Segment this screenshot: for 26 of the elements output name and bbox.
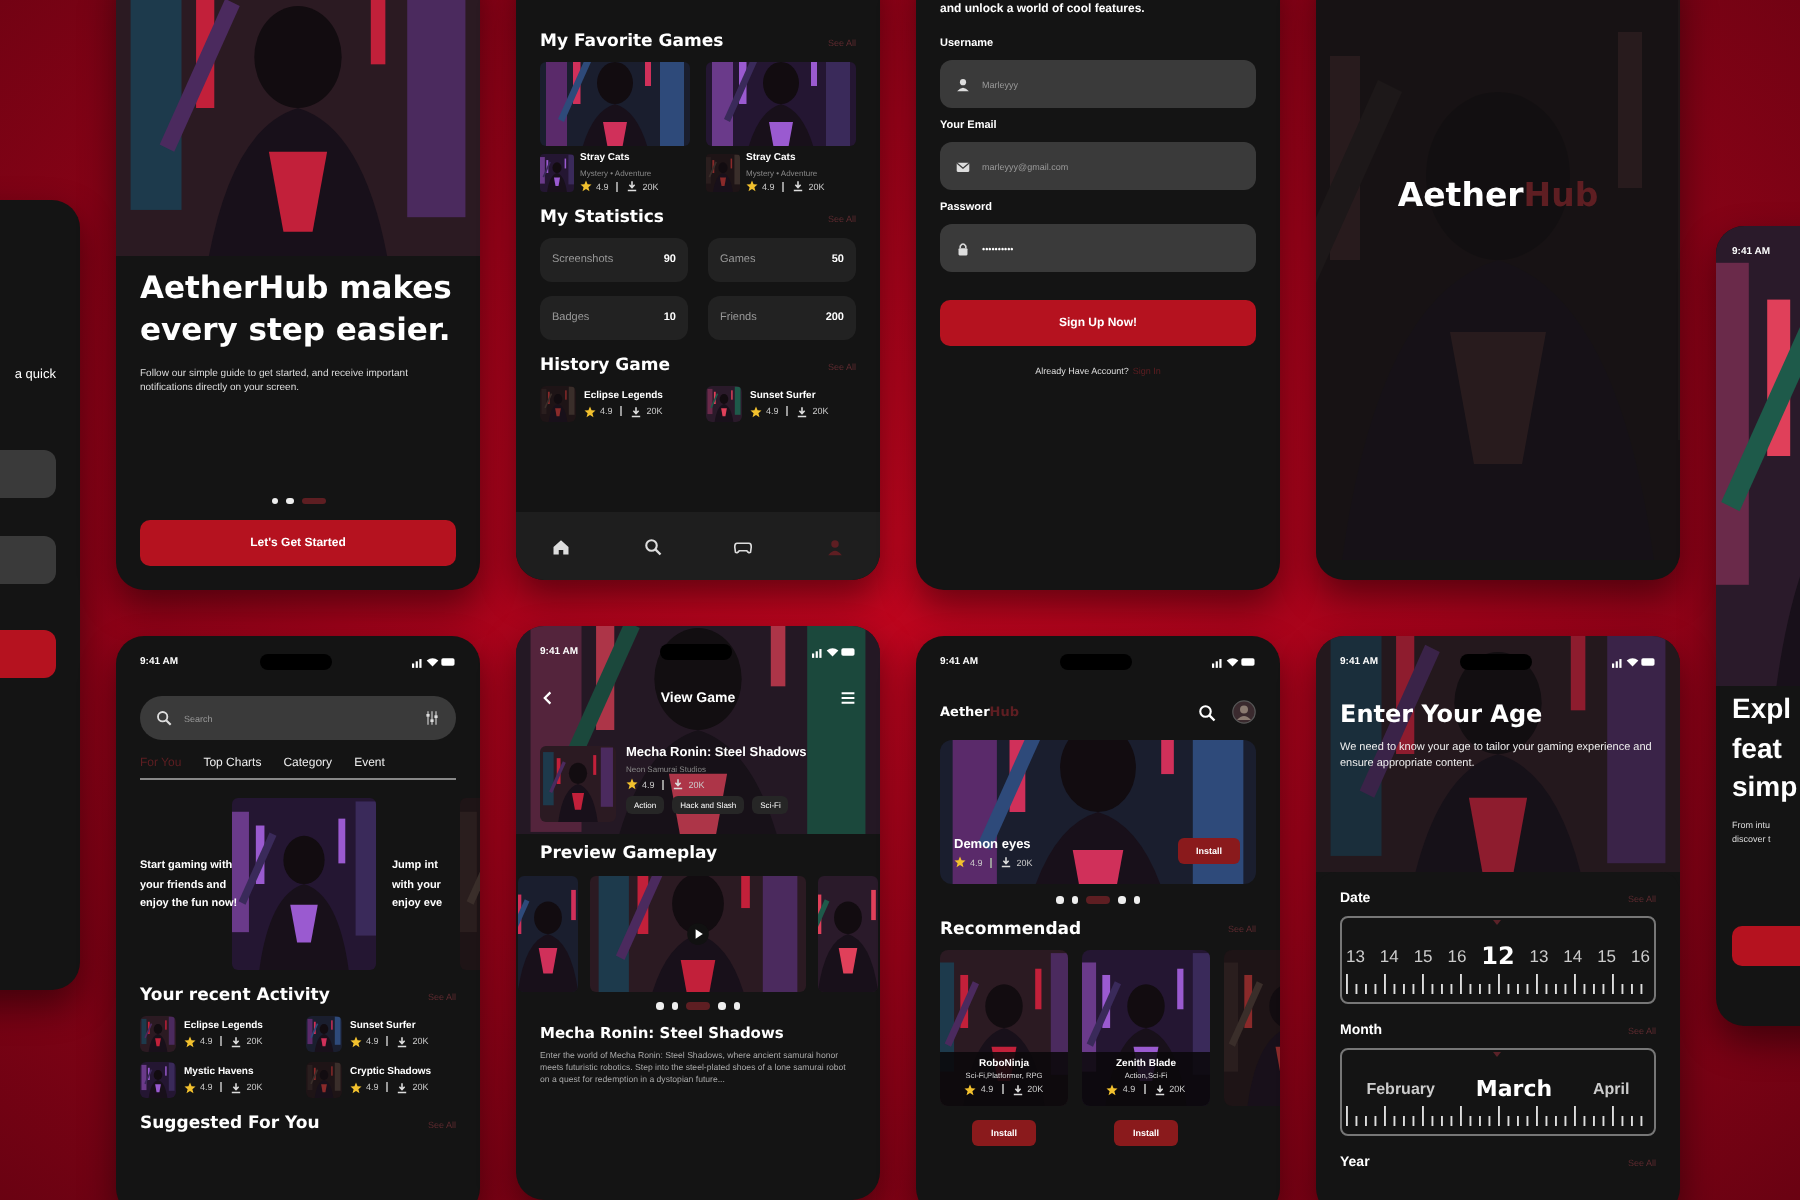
scroll-picker[interactable]: February March April: [1340, 1048, 1656, 1136]
picker-option[interactable]: 16: [1630, 946, 1650, 966]
picker-option[interactable]: 12: [1481, 942, 1515, 970]
picker-option[interactable]: March: [1475, 1076, 1553, 1102]
picker-option[interactable]: 14: [1379, 946, 1399, 966]
section-title: History Game: [540, 356, 671, 376]
section-title: Preview Gameplay: [540, 844, 720, 864]
section-title: Recommendad: [940, 919, 1082, 939]
picker-option[interactable]: February: [1366, 1080, 1435, 1098]
picker-option[interactable]: 14: [1563, 946, 1583, 966]
section-title: My Statistics: [540, 208, 664, 228]
screen-title: Enter Your Age: [1340, 700, 1545, 728]
logo-accent-text: Hub: [1523, 176, 1599, 214]
picker-option[interactable]: 13: [1529, 946, 1549, 966]
logo-text: Aether: [1397, 176, 1524, 214]
scroll-picker[interactable]: 13 14 15 16 12 13 14 15 16: [1340, 916, 1656, 1004]
section-title: Your recent Activity: [140, 986, 330, 1006]
onboarding-title: AetherHub makes every step easier.: [140, 268, 454, 352]
picker-option[interactable]: 13: [1346, 946, 1365, 966]
picker-option[interactable]: April: [1593, 1080, 1630, 1098]
screen-title: Expl feat simp: [1732, 690, 1800, 807]
picker-option[interactable]: 15: [1413, 946, 1433, 966]
section-title: My Favorite Games: [540, 32, 724, 52]
picker-option[interactable]: 15: [1597, 946, 1617, 966]
section-title: Suggested For You: [140, 1114, 320, 1134]
picker-option[interactable]: 16: [1447, 946, 1467, 966]
